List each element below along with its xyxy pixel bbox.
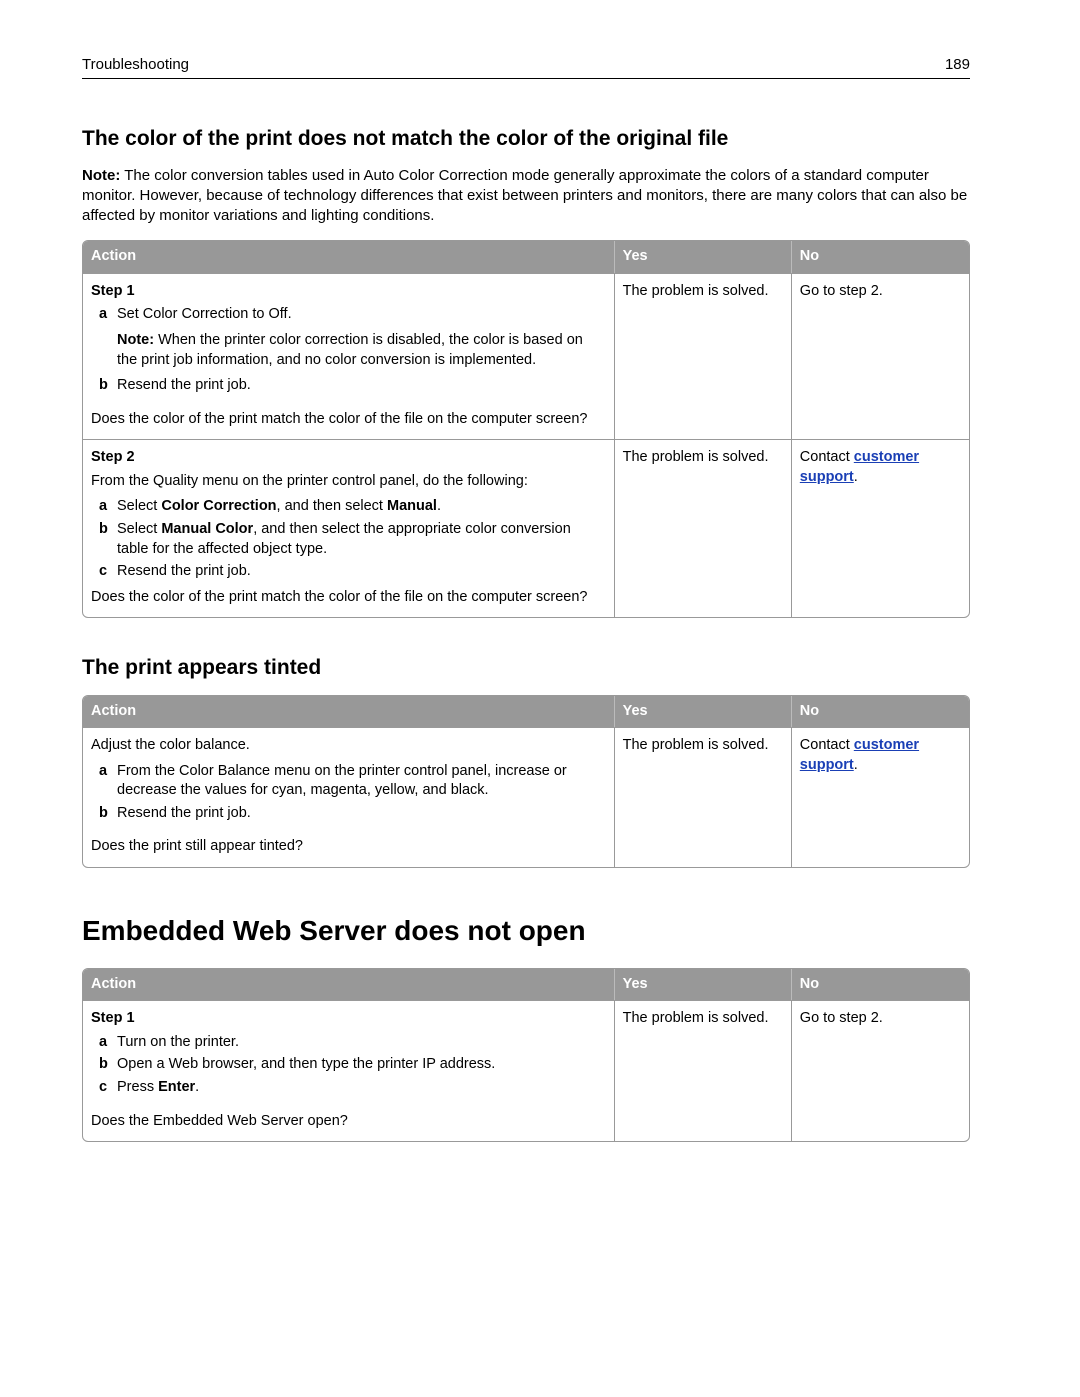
no-cell: Contact customer support. [792,727,969,867]
sub-a: a Set Color Correction to Off. [99,305,606,325]
bold-frag: Color Correction [161,498,276,514]
action-cell: Step 1 a Set Color Correction to Off. No… [83,273,615,439]
step-question: Does the print still appear tinted? [91,837,606,857]
section1-table: Action Yes No Step 1 a Set Color Correct… [82,240,970,618]
sub-c: c Press Enter. [99,1078,606,1098]
running-header: Troubleshooting 189 [82,55,970,79]
section1-title: The color of the print does not match th… [82,125,970,153]
note-text: The color conversion tables used in Auto… [82,167,967,225]
yes-cell: The problem is solved. [615,1000,792,1141]
text-frag: , and then select [277,498,387,514]
section2-title: The print appears tinted [82,654,970,682]
text-frag: Press [117,1079,158,1095]
table-header-row: Action Yes No [83,969,969,1001]
step-label: Step 1 [91,1009,606,1029]
text-frag: . [437,498,441,514]
sub-a: a Turn on the printer. [99,1033,606,1053]
text-frag: Select [117,498,161,514]
text-frag: Contact [800,449,854,465]
text-frag: Select [117,521,161,537]
step-question: Does the color of the print match the co… [91,410,606,430]
list-marker: a [99,497,117,517]
sub-b: b Open a Web browser, and then type the … [99,1055,606,1075]
col-no: No [792,241,969,273]
text-frag: . [195,1079,199,1095]
text-frag: . [854,469,858,485]
action-cell: Adjust the color balance. a From the Col… [83,727,615,867]
section2-table: Action Yes No Adjust the color balance. … [82,695,970,868]
list-marker: c [99,562,117,582]
no-cell: Go to step 2. [792,1000,969,1141]
sub-b: b Resend the print job. [99,804,606,824]
bold-frag: Manual [387,498,437,514]
list-text: From the Color Balance menu on the print… [117,762,606,801]
yes-cell: The problem is solved. [615,273,792,439]
table-row: Step 2 From the Quality menu on the prin… [83,439,969,617]
table-header-row: Action Yes No [83,696,969,728]
col-yes: Yes [615,696,792,728]
col-action: Action [83,241,615,273]
col-no: No [792,969,969,1001]
list-text: Select Color Correction, and then select… [117,497,606,517]
section1-note: Note: The color conversion tables used i… [82,166,970,227]
list-marker: b [99,1055,117,1075]
table-row: Step 1 a Set Color Correction to Off. No… [83,273,969,439]
sub-note: Note: When the printer color correction … [117,331,606,370]
list-text: Resend the print job. [117,562,606,582]
col-action: Action [83,696,615,728]
no-cell: Contact customer support. [792,439,969,617]
list-text: Select Manual Color, and then select the… [117,520,606,559]
note-text: When the printer color correction is dis… [117,332,583,368]
list-marker: b [99,376,117,396]
col-yes: Yes [615,241,792,273]
list-text: Set Color Correction to Off. [117,305,606,325]
yes-cell: The problem is solved. [615,727,792,867]
page: Troubleshooting 189 The color of the pri… [0,0,1080,1397]
sub-b: b Resend the print job. [99,376,606,396]
list-marker: a [99,1033,117,1053]
step-label: Step 2 [91,448,606,468]
bold-frag: Manual Color [161,521,253,537]
list-text: Resend the print job. [117,376,606,396]
list-marker: a [99,305,117,325]
list-marker: c [99,1078,117,1098]
list-marker: a [99,762,117,801]
col-action: Action [83,969,615,1001]
action-cell: Step 1 a Turn on the printer. b Open a W… [83,1000,615,1141]
no-cell: Go to step 2. [792,273,969,439]
step-intro: Adjust the color balance. [91,736,606,756]
sub-a: a From the Color Balance menu on the pri… [99,762,606,801]
sub-a: a Select Color Correction, and then sele… [99,497,606,517]
section3-title: Embedded Web Server does not open [82,912,970,950]
text-frag: Contact [800,737,854,753]
list-marker: b [99,520,117,559]
section3-table: Action Yes No Step 1 a Turn on the print… [82,968,970,1142]
step-label: Step 1 [91,282,606,302]
bold-frag: Enter [158,1079,195,1095]
header-page-number: 189 [945,55,970,75]
step-question: Does the color of the print match the co… [91,588,606,608]
col-no: No [792,696,969,728]
table-row: Adjust the color balance. a From the Col… [83,727,969,867]
note-label: Note: [117,332,154,348]
sub-c: c Resend the print job. [99,562,606,582]
action-cell: Step 2 From the Quality menu on the prin… [83,439,615,617]
table-header-row: Action Yes No [83,241,969,273]
text-frag: . [854,757,858,773]
step-question: Does the Embedded Web Server open? [91,1112,606,1132]
sub-b: b Select Manual Color, and then select t… [99,520,606,559]
step-intro: From the Quality menu on the printer con… [91,472,606,492]
table-row: Step 1 a Turn on the printer. b Open a W… [83,1000,969,1141]
list-text: Press Enter. [117,1078,606,1098]
note-label: Note: [82,167,120,184]
list-text: Resend the print job. [117,804,606,824]
list-text: Open a Web browser, and then type the pr… [117,1055,606,1075]
yes-cell: The problem is solved. [615,439,792,617]
header-section: Troubleshooting [82,55,189,75]
col-yes: Yes [615,969,792,1001]
list-marker: b [99,804,117,824]
list-text: Turn on the printer. [117,1033,606,1053]
